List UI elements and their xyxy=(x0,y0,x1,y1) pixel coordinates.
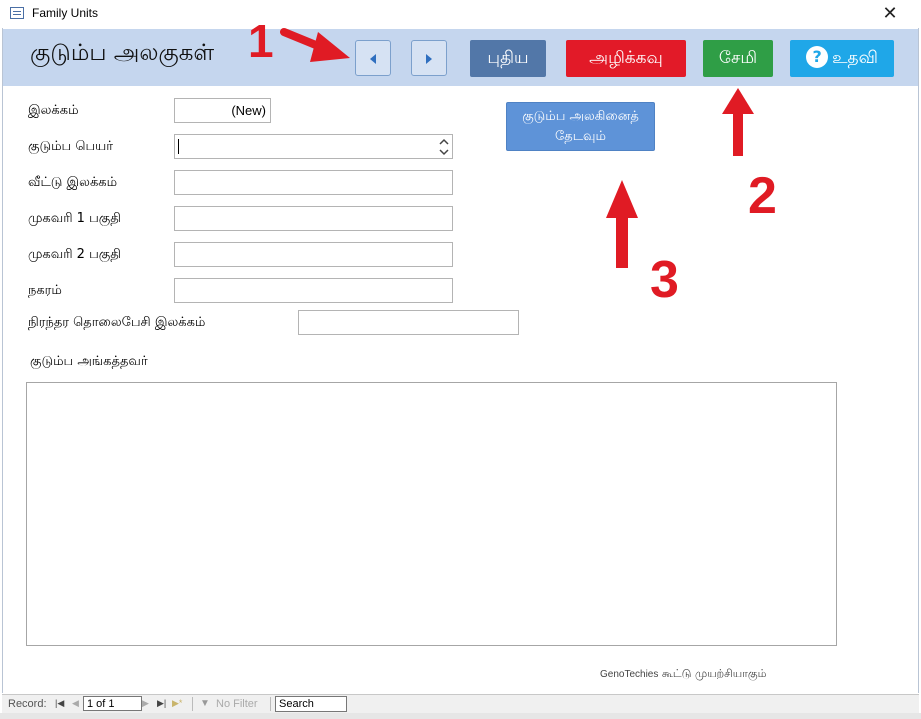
number-label: இலக்கம் xyxy=(28,103,79,118)
annotation-number-2: 2 xyxy=(748,167,777,225)
family-members-label: குடும்ப அங்கத்தவர் xyxy=(30,354,148,369)
address-line-1-field[interactable] xyxy=(174,206,453,231)
record-search-input[interactable]: Search xyxy=(275,696,347,712)
address-line-1-label: முகவரி 1 பகுதி xyxy=(28,211,121,226)
window-bottom-edge xyxy=(0,713,921,719)
address-line-2-label: முகவரி 2 பகுதி xyxy=(28,247,121,262)
save-button[interactable]: சேமி xyxy=(703,40,773,77)
search-family-unit-button[interactable]: குடும்ப அலகினைத் தேடவும் xyxy=(506,102,655,151)
footer-credit-ta: கூட்டு முயற்சியாகும் xyxy=(661,667,767,680)
previous-record-button[interactable] xyxy=(355,40,391,76)
annotation-arrow-1 xyxy=(280,28,350,62)
family-name-label: குடும்ப பெயர் xyxy=(28,139,114,154)
annotation-number-1: 1 xyxy=(248,15,274,67)
footer-credit: GenoTechies கூட்டு முயற்சியாகும் xyxy=(600,667,766,682)
filter-icon: ▼ xyxy=(200,698,210,709)
no-filter-button[interactable]: No Filter xyxy=(216,698,258,710)
first-record-button[interactable]: |◀ xyxy=(55,698,64,709)
separator xyxy=(270,697,271,711)
search-button-line-2: தேடவும் xyxy=(555,129,606,144)
new-record-nav-button[interactable]: ▶* xyxy=(172,698,182,709)
landline-phone-field[interactable] xyxy=(298,310,519,335)
city-field[interactable] xyxy=(174,278,453,303)
help-button[interactable]: ? உதவி xyxy=(790,40,894,77)
landline-phone-label: நிரந்தர தொலைபேசி இலக்கம் xyxy=(28,315,206,330)
title-bar xyxy=(0,0,921,28)
help-icon: ? xyxy=(806,45,829,68)
house-number-field[interactable] xyxy=(174,170,453,195)
next-record-button[interactable] xyxy=(411,40,447,76)
house-number-label: வீட்டு இலக்கம் xyxy=(28,175,118,190)
close-icon[interactable]: ✕ xyxy=(878,2,902,26)
help-button-label: உதவி xyxy=(832,48,878,68)
frame-border-right xyxy=(918,28,919,693)
next-record-nav-button[interactable]: ▶ xyxy=(142,698,149,709)
app-form-icon xyxy=(10,7,24,19)
last-record-button[interactable]: ▶| xyxy=(157,698,166,709)
form-title: குடும்ப அலகுகள் xyxy=(30,40,215,66)
delete-button[interactable]: அழிக்கவு xyxy=(566,40,686,77)
family-name-field[interactable] xyxy=(174,134,453,159)
record-navigation-bar: Record: |◀ ◀ 1 of 1 ▶ ▶| ▶* ▼ No Filter … xyxy=(2,694,919,714)
prev-record-nav-button[interactable]: ◀ xyxy=(72,698,79,709)
text-cursor xyxy=(178,139,179,154)
family-members-subform[interactable] xyxy=(26,382,837,646)
left-arrow-icon xyxy=(370,54,376,64)
search-button-line-1: குடும்ப அலகினைத் xyxy=(522,109,639,124)
number-field[interactable]: (New) xyxy=(174,98,271,123)
annotation-arrow-2 xyxy=(722,88,754,156)
frame-border-left xyxy=(2,28,3,693)
right-arrow-icon xyxy=(426,54,432,64)
address-line-2-field[interactable] xyxy=(174,242,453,267)
window-title: Family Units xyxy=(32,6,99,20)
spinner-icon[interactable] xyxy=(437,136,451,158)
current-record-field[interactable]: 1 of 1 xyxy=(83,696,142,711)
annotation-arrow-3 xyxy=(606,180,638,268)
city-label: நகரம் xyxy=(28,283,62,298)
new-record-button[interactable]: புதிய xyxy=(470,40,546,77)
separator xyxy=(192,697,193,711)
footer-credit-en: GenoTechies xyxy=(600,669,659,680)
record-label: Record: xyxy=(8,698,47,710)
annotation-number-3: 3 xyxy=(650,251,679,309)
